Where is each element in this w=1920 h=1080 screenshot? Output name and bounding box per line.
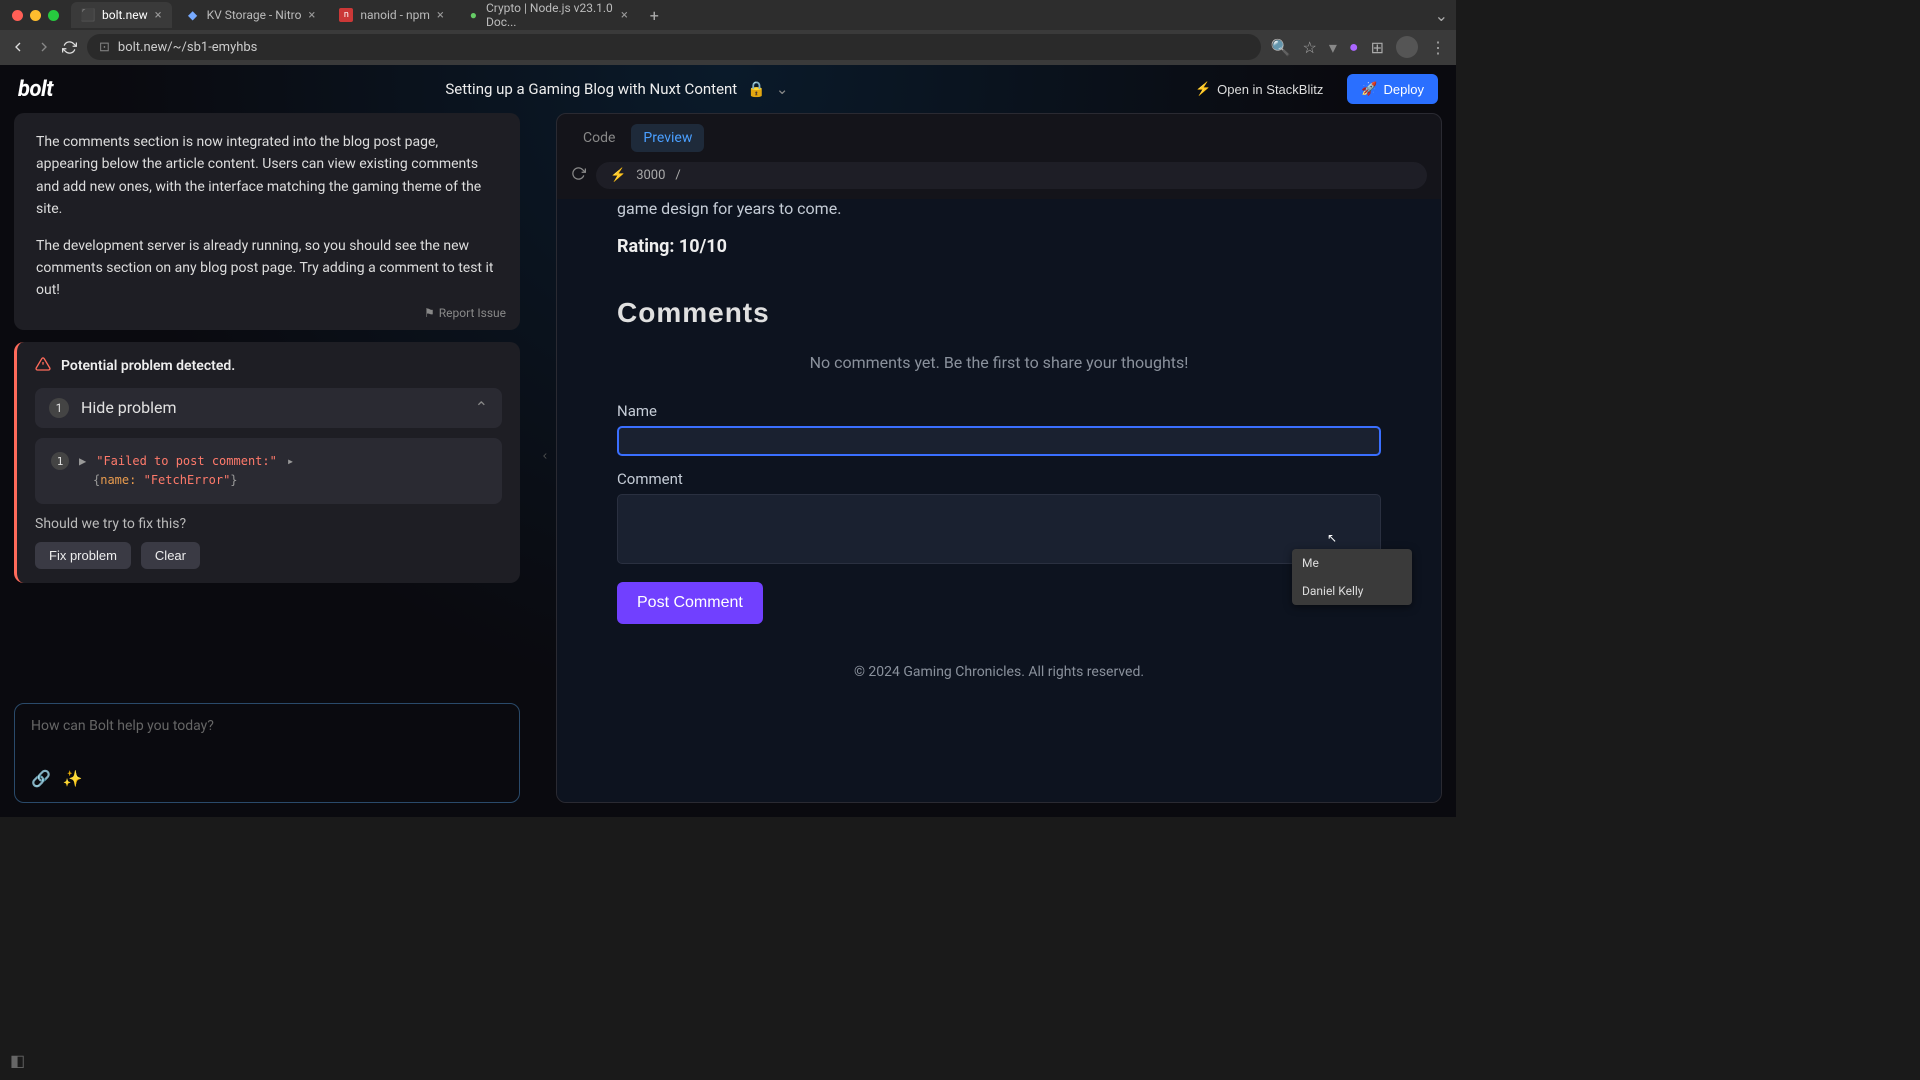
autocomplete-popup: Me Daniel Kelly	[1292, 549, 1412, 605]
close-tab-icon[interactable]: ×	[308, 8, 315, 23]
deploy-button[interactable]: 🚀 Deploy	[1347, 74, 1438, 104]
rocket-icon: 🚀	[1361, 81, 1377, 97]
chevron-up-icon: ⌃	[475, 398, 488, 417]
browser-tab[interactable]: ◆ KV Storage - Nitro ×	[176, 2, 326, 28]
chat-input[interactable]: How can Bolt help you today? 🔗 ✨	[14, 703, 520, 803]
sparkle-icon[interactable]: ✨	[63, 769, 83, 788]
tab-title: Crypto | Node.js v23.1.0 Doc...	[486, 1, 614, 29]
assistant-message: The comments section is now integrated i…	[14, 113, 520, 330]
message-paragraph: The development server is already runnin…	[36, 235, 498, 302]
minimize-window[interactable]	[30, 10, 41, 21]
link-icon[interactable]: 🔗	[31, 769, 51, 788]
problem-count: 1	[49, 398, 69, 418]
panel-resize-handle[interactable]	[534, 447, 556, 469]
expand-arrow-icon[interactable]: ▸	[287, 452, 294, 471]
expand-icon[interactable]: ▶	[79, 452, 86, 471]
hide-problem-label: Hide problem	[81, 398, 177, 417]
article-text: game design for years to come.	[617, 199, 1381, 218]
extension-icon[interactable]: ▾	[1329, 38, 1337, 57]
problem-panel: Potential problem detected. 1 Hide probl…	[14, 342, 520, 583]
browser-tab[interactable]: ● Crypto | Node.js v23.1.0 Doc... ×	[458, 2, 638, 28]
favicon: ●	[468, 8, 479, 22]
back-button[interactable]	[10, 39, 26, 55]
comment-textarea[interactable]	[617, 494, 1381, 564]
chevron-down-icon[interactable]: ⌄	[776, 80, 789, 98]
post-comment-button[interactable]: Post Comment	[617, 582, 763, 624]
hide-problem-toggle[interactable]: 1 Hide problem ⌃	[35, 388, 502, 428]
maximize-window[interactable]	[48, 10, 59, 21]
name-label: Name	[617, 402, 1381, 420]
fix-prompt: Should we try to fix this?	[35, 516, 502, 532]
code-tab[interactable]: Code	[571, 124, 627, 152]
no-comments-text: No comments yet. Be the first to share y…	[617, 353, 1381, 372]
reload-button[interactable]	[62, 40, 77, 55]
comments-heading: Comments	[617, 297, 1381, 329]
rating-text: Rating: 10/10	[617, 236, 1381, 257]
close-window[interactable]	[12, 10, 23, 21]
extensions-icon[interactable]: ⊞	[1371, 38, 1384, 57]
clear-button[interactable]: Clear	[141, 542, 200, 569]
url-text: bolt.new/~/sb1-emyhbs	[118, 40, 258, 55]
port-text: 3000	[636, 168, 665, 183]
bolt-logo[interactable]: bolt	[18, 77, 53, 102]
autocomplete-item[interactable]: Me	[1292, 549, 1412, 577]
bookmark-icon[interactable]: ☆	[1303, 38, 1317, 57]
preview-tab[interactable]: Preview	[631, 124, 704, 152]
input-placeholder: How can Bolt help you today?	[31, 718, 503, 734]
footer-text: © 2024 Gaming Chronicles. All rights res…	[617, 664, 1381, 680]
project-title: Setting up a Gaming Blog with Nuxt Conte…	[445, 80, 737, 98]
extension-icon[interactable]: ●	[1349, 37, 1359, 57]
message-paragraph: The comments section is now integrated i…	[36, 131, 498, 221]
name-input[interactable]	[617, 426, 1381, 456]
comment-label: Comment	[617, 470, 1381, 488]
forward-button[interactable]	[36, 39, 52, 55]
panel-toggle-icon[interactable]: ◧	[10, 1051, 25, 1070]
site-info-icon[interactable]: ⊡	[99, 40, 110, 55]
preview-address-bar[interactable]: ⚡ 3000 /	[596, 162, 1427, 189]
autocomplete-item[interactable]: Daniel Kelly	[1292, 577, 1412, 605]
close-tab-icon[interactable]: ×	[155, 8, 162, 23]
fix-problem-button[interactable]: Fix problem	[35, 542, 131, 569]
menu-icon[interactable]: ⋮	[1430, 38, 1446, 57]
error-message: "Failed to post comment:"	[96, 452, 277, 471]
tab-dropdown-icon[interactable]: ⌄	[1435, 6, 1448, 25]
close-tab-icon[interactable]: ×	[621, 8, 628, 23]
lock-icon: 🔒	[747, 80, 766, 98]
new-tab-button[interactable]: +	[642, 6, 667, 25]
preview-iframe: game design for years to come. Rating: 1…	[557, 199, 1441, 802]
tab-title: bolt.new	[102, 8, 148, 22]
warning-icon	[35, 356, 51, 376]
path-text: /	[675, 168, 680, 183]
favicon: ◆	[186, 8, 200, 22]
window-controls	[8, 10, 67, 21]
open-stackblitz-button[interactable]: ⚡ Open in StackBlitz	[1181, 74, 1337, 104]
tab-title: nanoid - npm	[360, 8, 429, 22]
flag-icon: ⚑	[424, 306, 435, 320]
bolt-icon: ⚡	[1195, 81, 1211, 97]
error-console: 1 ▶ "Failed to post comment:" ▸ {name: "…	[35, 438, 502, 504]
address-bar[interactable]: ⊡ bolt.new/~/sb1-emyhbs	[87, 34, 1261, 60]
report-issue-link[interactable]: ⚑ Report Issue	[424, 306, 506, 320]
favicon: n	[339, 8, 353, 22]
error-count-badge: 1	[51, 452, 69, 470]
bolt-icon: ⚡	[610, 168, 626, 183]
problem-title: Potential problem detected.	[61, 358, 235, 374]
tab-title: KV Storage - Nitro	[207, 8, 302, 22]
close-tab-icon[interactable]: ×	[437, 8, 444, 23]
zoom-icon[interactable]: 🔍	[1271, 38, 1291, 57]
profile-avatar[interactable]	[1396, 36, 1418, 58]
reload-preview-icon[interactable]	[571, 166, 586, 185]
browser-tab[interactable]: n nanoid - npm ×	[329, 2, 453, 28]
favicon: ⬛	[81, 8, 95, 22]
browser-tab[interactable]: ⬛ bolt.new ×	[71, 2, 172, 28]
